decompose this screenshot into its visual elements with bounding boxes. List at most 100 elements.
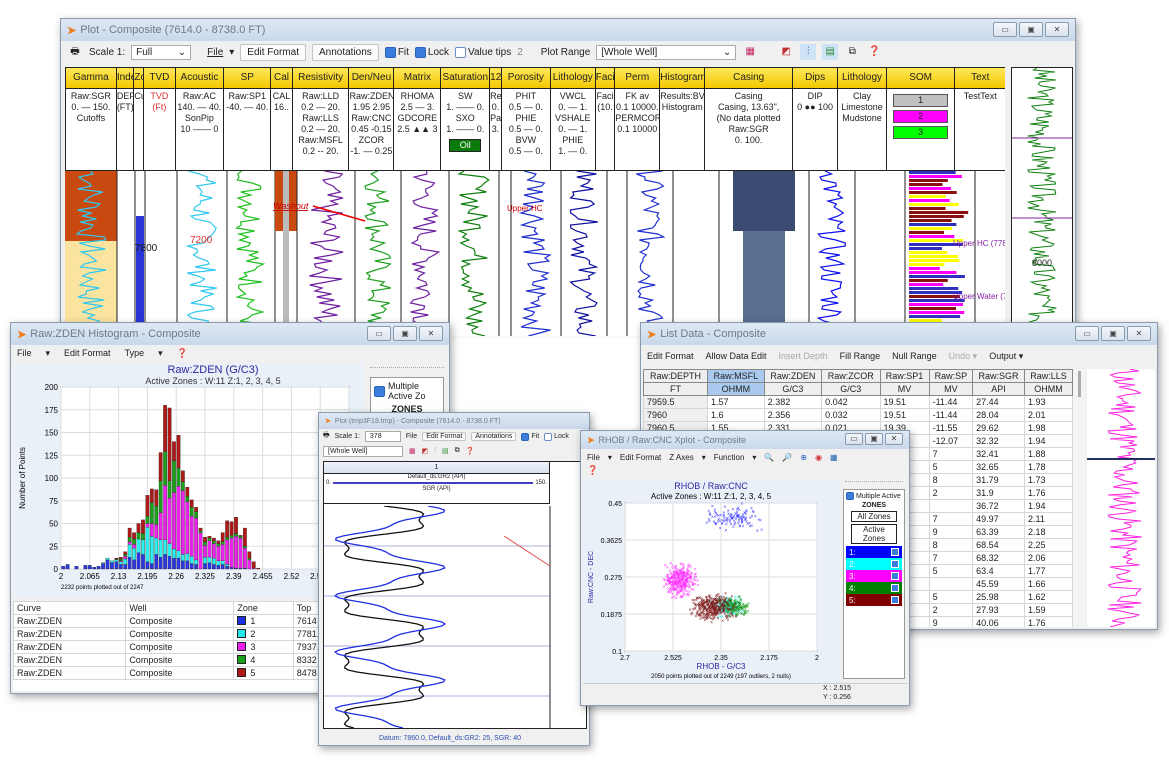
histogram-titlebar[interactable]: ➤ Raw:ZDEN Histogram - Composite ▭ ▣ ✕: [11, 323, 449, 345]
close-button[interactable]: ✕: [419, 326, 443, 341]
table-cell[interactable]: 2: [233, 627, 294, 641]
zoom-in-icon[interactable]: 🔍: [764, 453, 774, 462]
table-cell[interactable]: -11.44: [928, 395, 974, 409]
value-tips-checkbox[interactable]: Value tips: [455, 46, 511, 58]
annotations-button[interactable]: Annotations: [471, 432, 517, 441]
table-cell[interactable]: 8: [928, 473, 974, 487]
table-cell[interactable]: Composite: [125, 640, 235, 654]
table-cell[interactable]: -12.07: [928, 434, 974, 448]
table-cell[interactable]: 2.25: [1023, 538, 1073, 552]
lock-checkbox[interactable]: Lock: [414, 46, 449, 58]
minimize-button[interactable]: ▭: [1075, 326, 1099, 341]
xplot-titlebar[interactable]: ➤ RHOB / Raw:CNC Xplot - Composite ▭ ▣ ✕: [581, 431, 909, 449]
table-cell[interactable]: 1: [233, 614, 294, 628]
column-header[interactable]: Curve: [13, 601, 127, 615]
table-cell[interactable]: 2: [928, 486, 974, 500]
track-legend-facie[interactable]: Faci (10.: [594, 89, 615, 171]
scale-select[interactable]: Full ⌄: [131, 44, 192, 60]
close-button[interactable]: ✕: [1045, 22, 1069, 37]
table-cell[interactable]: 7: [928, 512, 974, 526]
track-legend-cal[interactable]: CAL 16..: [270, 89, 292, 171]
table-cell[interactable]: 63.39: [972, 525, 1025, 539]
edit-format-menu[interactable]: Edit Format: [620, 453, 661, 462]
track-header-casing[interactable]: Casing: [704, 67, 793, 89]
column-header[interactable]: Raw:SP1: [879, 369, 930, 383]
small-plot-titlebar[interactable]: ➤ Plot (tmp3F18.tmp) - Composite (7614.0…: [319, 413, 589, 429]
table-cell[interactable]: 31.79: [972, 473, 1025, 487]
track-legend-lithology[interactable]: VWCL 0. — 1. VSHALE 0. — 1. PHIE 1. — 0.: [549, 89, 595, 171]
table-cell[interactable]: 45.59: [972, 577, 1025, 591]
edit-track-icon[interactable]: ◩: [778, 44, 794, 60]
grip-handle[interactable]: [845, 481, 903, 487]
track-settings-icon[interactable]: ⫶: [434, 447, 436, 455]
help-icon[interactable]: ❓: [466, 447, 475, 455]
track-legend-index[interactable]: DEP(FT): [115, 89, 134, 171]
export-icon[interactable]: ⧉: [455, 447, 460, 455]
zone-toggle[interactable]: 1:: [846, 546, 902, 558]
track-header-dips[interactable]: Dips: [792, 67, 838, 89]
edit-format-button[interactable]: Edit Format: [422, 432, 467, 441]
table-cell[interactable]: Composite: [125, 666, 235, 680]
table-cell[interactable]: Composite: [125, 653, 235, 667]
table-cell[interactable]: 1.93: [1023, 395, 1073, 409]
table-cell[interactable]: 63.4: [972, 564, 1025, 578]
table-cell[interactable]: 2.382: [763, 395, 823, 409]
track-header-resistivity[interactable]: Resistivity: [291, 67, 349, 89]
all-zones-button[interactable]: All Zones: [851, 511, 897, 522]
zone-toggle[interactable]: 2:: [846, 558, 902, 570]
table-cell[interactable]: -11.55: [928, 421, 974, 435]
table-cell[interactable]: [928, 499, 974, 513]
column-header[interactable]: Zone: [233, 601, 294, 615]
print-icon[interactable]: 🖶: [323, 431, 330, 442]
zone-toggle[interactable]: 4:: [846, 582, 902, 594]
table-cell[interactable]: 1.76: [1023, 486, 1073, 500]
track-legend-perm[interactable]: FK av 0.1 10000. PERMCOR 0.1 10000: [614, 89, 660, 171]
table-cell[interactable]: 1.62: [1023, 590, 1073, 604]
list-toolbar-fill-range[interactable]: Fill Range: [840, 351, 881, 361]
export-icon[interactable]: ⧉: [844, 44, 860, 60]
column-header[interactable]: Raw:DEPTH: [643, 369, 708, 383]
table-cell[interactable]: 1.57: [706, 395, 765, 409]
depth-navigator[interactable]: 8000: [1011, 67, 1073, 327]
table-cell[interactable]: -11.44: [928, 408, 974, 422]
track-legend-som[interactable]: 1 2 3: [885, 89, 955, 171]
z-axes-menu[interactable]: Z Axes: [669, 453, 693, 462]
track-legend-gamma[interactable]: Raw:SGR 0. — 150. Cutoffs: [65, 89, 116, 171]
table-cell[interactable]: 27.93: [972, 603, 1025, 617]
minimize-button[interactable]: ▭: [845, 433, 863, 445]
reset-icon[interactable]: ◉: [815, 453, 822, 462]
file-menu[interactable]: File: [406, 433, 417, 440]
track-header-porosity[interactable]: Porosity: [500, 67, 550, 89]
track-header-perm[interactable]: Perm: [614, 67, 660, 89]
maximize-button[interactable]: ▣: [1019, 22, 1043, 37]
type-menu[interactable]: Type: [125, 348, 145, 358]
table-cell[interactable]: 0.042: [821, 395, 881, 409]
help-icon[interactable]: ❓: [581, 465, 909, 477]
table-cell[interactable]: Raw:ZDEN: [13, 653, 127, 667]
track-header-text[interactable]: Text: [954, 67, 1006, 89]
track-header-saturation[interactable]: Saturation: [440, 67, 490, 89]
table-cell[interactable]: 2.18: [1023, 525, 1073, 539]
track-legend-matrix[interactable]: RHOMA 2.5 — 3. GDCORE 2.5 ▲▲ 3: [393, 89, 441, 171]
lock-checkbox[interactable]: Lock: [544, 432, 569, 441]
minimize-button[interactable]: ▭: [993, 22, 1017, 37]
maximize-button[interactable]: ▣: [1101, 326, 1125, 341]
maximize-button[interactable]: ▣: [865, 433, 883, 445]
list-data-titlebar[interactable]: ➤ List Data - Composite ▭ ▣ ✕: [641, 323, 1157, 345]
table-cell[interactable]: 2.356: [763, 408, 823, 422]
chart-options-icon[interactable]: ▦: [830, 453, 838, 462]
table-cell[interactable]: 1.77: [1023, 564, 1073, 578]
track-legend-porosity[interactable]: PHIT 0.5 — 0. PHIE 0.5 — 0. BVW 0.5 — 0.: [500, 89, 550, 171]
edit-format-menu[interactable]: Edit Format: [64, 348, 111, 358]
table-cell[interactable]: 32.32: [972, 434, 1025, 448]
track-legend-lithology[interactable]: Clay Limestone Mudstone: [837, 89, 886, 171]
table-cell[interactable]: 1.94: [1023, 499, 1073, 513]
table-cell[interactable]: 31.9: [972, 486, 1025, 500]
maximize-button[interactable]: ▣: [393, 326, 417, 341]
table-row[interactable]: 7960 1.6 2.356 0.032 19.51 -11.44 28.04 2.01: [643, 408, 1073, 422]
plot-range-select[interactable]: [Whole Well] ⌄: [596, 44, 737, 60]
track-header-acoustic[interactable]: Acoustic: [174, 67, 224, 89]
list-toolbar-null-range[interactable]: Null Range: [892, 351, 937, 361]
edit-track-icon[interactable]: ◩: [422, 447, 429, 455]
column-header[interactable]: Raw:ZCOR: [821, 369, 881, 383]
